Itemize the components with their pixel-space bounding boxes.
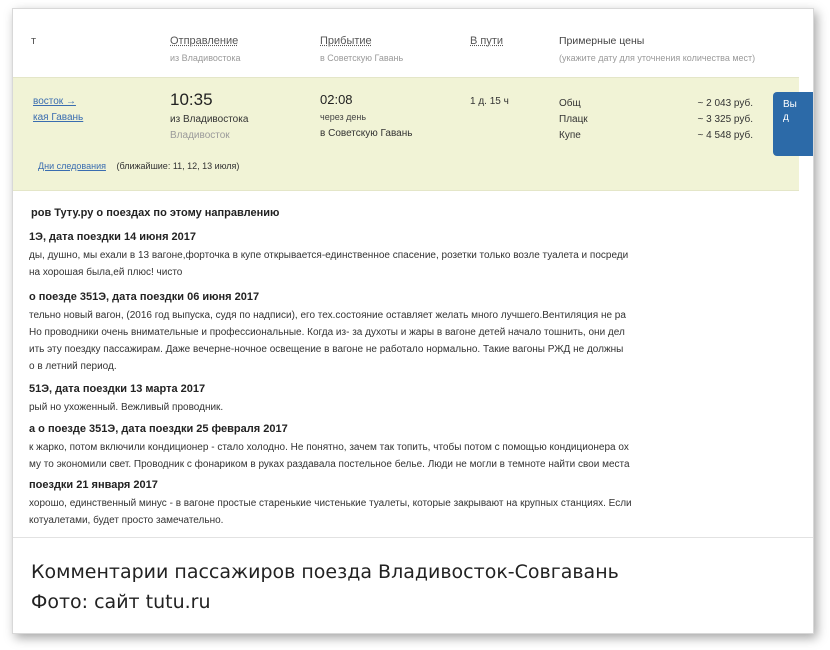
prices-column-header: Примерные цены (укажите дату для уточнен…	[559, 35, 755, 63]
button-label-line1: Вы	[783, 99, 797, 110]
departure-station: из Владивостока	[170, 114, 249, 125]
route-to[interactable]: кая Гавань	[33, 110, 83, 126]
arrival-time: 02:08	[320, 92, 353, 107]
image-caption: Комментарии пассажиров поезда Владивосто…	[31, 557, 619, 617]
review-item: 1Э, дата поездки 14 июня 2017 ды, душно,…	[29, 231, 628, 281]
review-text: ить эту поездку пассажирам. Даже вечерне…	[29, 344, 624, 355]
results-header: т Отправление из Владивостока Прибытие в…	[13, 9, 813, 75]
arrival-subtitle: в Советскую Гавань	[320, 53, 404, 63]
button-label-line2: д	[783, 112, 789, 123]
class-name: Общ	[559, 98, 581, 109]
class-name: Плацк	[559, 114, 588, 125]
travel-time-sort-link[interactable]: В пути	[470, 35, 503, 47]
departure-subtitle: из Владивостока	[170, 53, 241, 63]
class-price-list: Общ ~ 2 043 руб. Плацк ~ 3 325 руб. Купе…	[559, 96, 753, 144]
class-row-platskart: Плацк ~ 3 325 руб.	[559, 112, 753, 128]
class-row-kupe: Купе ~ 4 548 руб.	[559, 128, 753, 144]
select-seats-button[interactable]: Вы д	[773, 92, 813, 156]
review-item: поездки 21 января 2017 хорошо, единствен…	[29, 479, 632, 529]
review-text: рый но ухоженный. Вежливый проводник.	[29, 402, 224, 413]
review-heading: поездки 21 января 2017	[29, 479, 158, 491]
review-text: на хорошая была,ей плюс! чисто	[29, 267, 183, 278]
review-text: тельно новый вагон, (2016 год выпуска, с…	[29, 310, 626, 321]
caption-divider	[13, 537, 813, 538]
departure-station-name: Владивосток	[170, 130, 230, 141]
review-item: 51Э, дата поездки 13 марта 2017 рый но у…	[29, 383, 223, 416]
review-text: о в летний период.	[29, 361, 117, 372]
review-item: а о поезде 351Э, дата поездки 25 февраля…	[29, 423, 630, 473]
travel-duration: 1 д. 15 ч	[470, 96, 509, 107]
nearest-days-note: (ближайшие: 11, 12, 13 июля)	[116, 161, 240, 171]
route-from[interactable]: восток →	[33, 94, 83, 110]
prices-title: Примерные цены	[559, 35, 645, 47]
train-row: восток → кая Гавань 10:35 из Владивосток…	[13, 77, 813, 191]
review-text: к жарко, потом включили кондиционер - ст…	[29, 442, 629, 453]
arrival-sort-link[interactable]: Прибытие	[320, 35, 403, 47]
running-days: Дни следования (ближайшие: 11, 12, 13 ию…	[38, 161, 239, 171]
class-price: ~ 2 043 руб.	[697, 98, 754, 109]
review-heading: о поезде 351Э, дата поездки 06 июня 2017	[29, 291, 260, 303]
reviews-title: ров Туту.ру о поездах по этому направлен…	[31, 207, 280, 219]
review-heading: 51Э, дата поездки 13 марта 2017	[29, 383, 206, 395]
review-text: Но проводники очень внимательные и профе…	[29, 327, 625, 338]
caption-source: Фото: сайт tutu.ru	[31, 591, 211, 613]
screenshot-frame: т Отправление из Владивостока Прибытие в…	[12, 8, 814, 634]
train-column-header: т	[31, 35, 36, 47]
review-heading: а о поезде 351Э, дата поездки 25 февраля…	[29, 423, 288, 435]
travel-column-header[interactable]: В пути	[470, 35, 503, 47]
arrival-column-header[interactable]: Прибытие в Советскую Гавань	[320, 35, 403, 63]
class-price: ~ 4 548 руб.	[697, 130, 754, 141]
review-item: о поезде 351Э, дата поездки 06 июня 2017…	[29, 291, 626, 375]
train-route-link[interactable]: восток → кая Гавань	[33, 94, 83, 126]
departure-column-header[interactable]: Отправление из Владивостока	[170, 35, 241, 63]
departure-time: 10:35	[170, 90, 213, 109]
departure-sort-link[interactable]: Отправление	[170, 35, 241, 47]
class-row-general: Общ ~ 2 043 руб.	[559, 96, 753, 112]
caption-line: Комментарии пассажиров поезда Владивосто…	[31, 561, 619, 583]
review-text: му то экономили свет. Проводник с фонари…	[29, 459, 630, 470]
review-text: хорошо, единственный минус - в вагоне пр…	[29, 498, 632, 509]
arrival-station: в Советскую Гавань	[320, 128, 413, 139]
arrival-day-note: через день	[320, 112, 367, 122]
class-price: ~ 3 325 руб.	[697, 114, 754, 125]
train-column-title: т	[31, 35, 37, 47]
review-text: ды, душно, мы ехали в 13 вагоне,форточка…	[29, 250, 629, 261]
review-heading: 1Э, дата поездки 14 июня 2017	[29, 231, 197, 243]
running-days-link[interactable]: Дни следования	[38, 161, 106, 171]
class-name: Купе	[559, 130, 581, 141]
review-text: котуалетами, будет просто замечательно.	[29, 515, 224, 526]
prices-subtitle: (укажите дату для уточнения количества м…	[559, 53, 756, 63]
